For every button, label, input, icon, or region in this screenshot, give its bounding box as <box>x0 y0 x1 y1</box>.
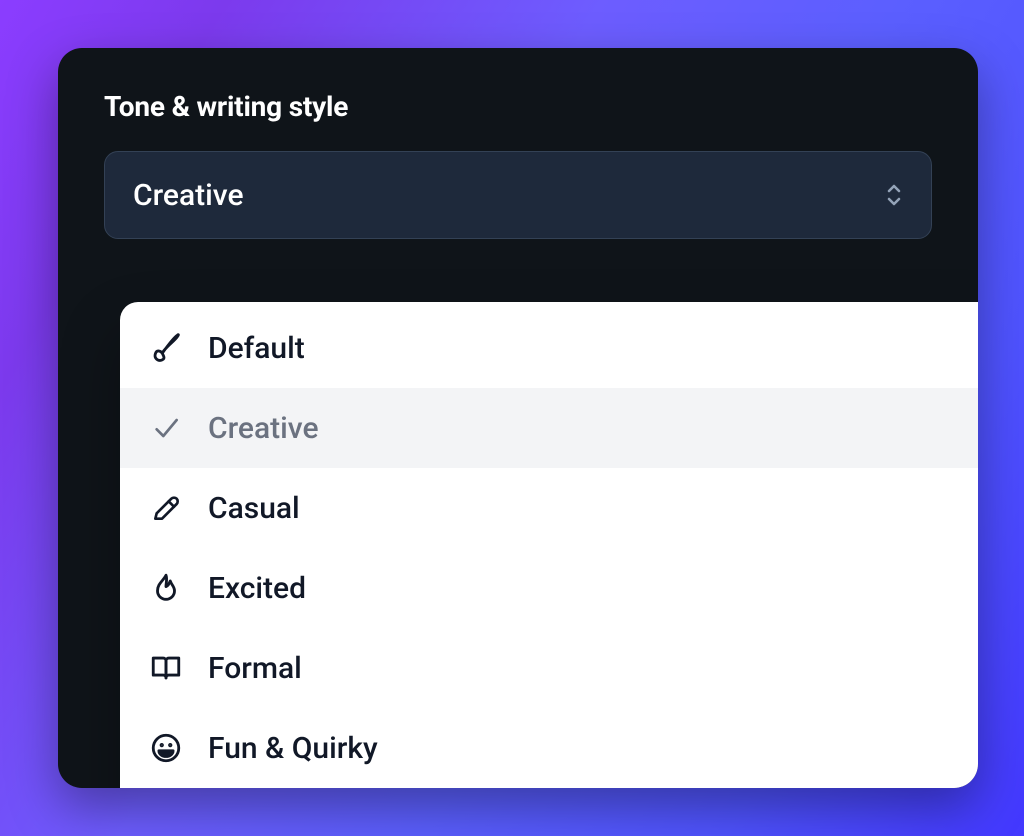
smiley-icon <box>148 730 184 766</box>
check-icon <box>148 410 184 446</box>
option-label: Excited <box>208 571 306 606</box>
option-label: Formal <box>208 651 302 686</box>
flame-icon <box>148 570 184 606</box>
chevron-up-down-icon <box>885 184 903 206</box>
tone-option-default[interactable]: Default <box>120 308 978 388</box>
pencil-icon <box>148 490 184 526</box>
tone-dropdown: Default Creative Casual <box>120 302 978 788</box>
section-label: Tone & writing style <box>104 90 932 123</box>
option-label: Fun & Quirky <box>208 731 378 766</box>
tone-option-excited[interactable]: Excited <box>120 548 978 628</box>
select-value: Creative <box>133 178 244 213</box>
tone-option-creative[interactable]: Creative <box>120 388 978 468</box>
book-icon <box>148 650 184 686</box>
option-label: Casual <box>208 491 300 526</box>
tone-select[interactable]: Creative <box>104 151 932 239</box>
tone-option-formal[interactable]: Formal <box>120 628 978 708</box>
option-label: Creative <box>208 411 319 446</box>
brush-icon <box>148 330 184 366</box>
tone-card: Tone & writing style Creative N Default <box>58 48 978 788</box>
option-label: Default <box>208 331 305 366</box>
tone-option-fun[interactable]: Fun & Quirky <box>120 708 978 788</box>
tone-option-casual[interactable]: Casual <box>120 468 978 548</box>
